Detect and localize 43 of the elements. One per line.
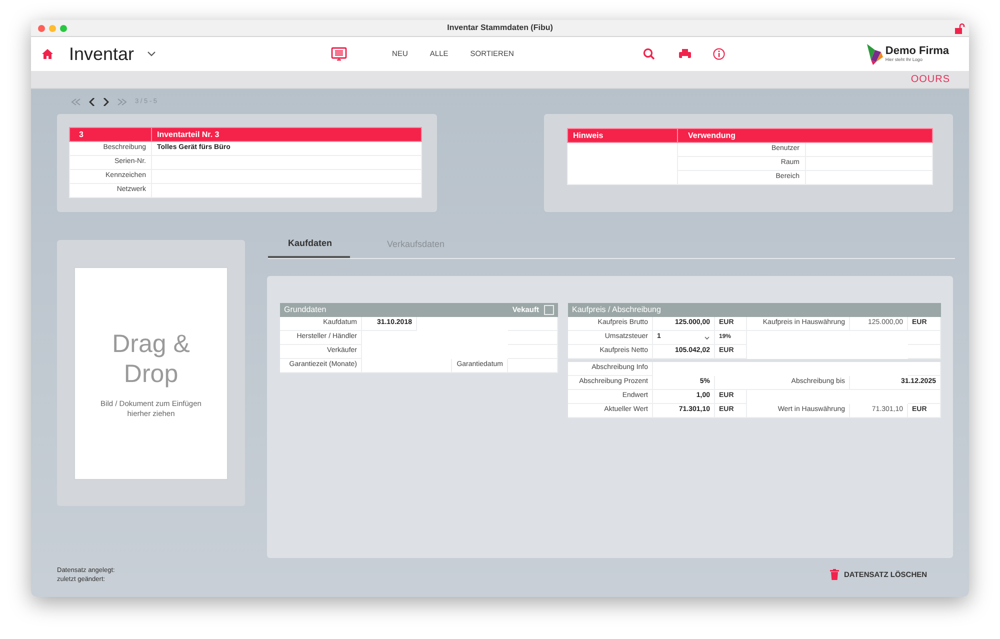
input-field[interactable] (508, 345, 558, 359)
info-icon[interactable] (712, 48, 725, 60)
section-title: Kaufpreis / Abschreibung (572, 304, 661, 316)
checkbox[interactable] (544, 305, 554, 315)
chevron-down-icon[interactable] (147, 51, 156, 57)
logo-name: Demo Firma (885, 46, 949, 57)
chevron-down-icon[interactable] (704, 336, 710, 340)
previous-icon[interactable] (89, 98, 95, 106)
input-field[interactable] (805, 156, 932, 170)
record-title: Inventarteil Nr. 3 (152, 128, 422, 142)
printer-icon[interactable] (678, 49, 691, 59)
usage-title: Verwendung (678, 128, 932, 142)
input-field[interactable] (508, 359, 558, 373)
input-field[interactable] (805, 170, 932, 184)
input-field[interactable] (805, 142, 932, 156)
search-icon[interactable] (642, 48, 655, 60)
input-field[interactable] (908, 390, 941, 404)
window-title: Inventar Stammdaten (Fibu) (447, 22, 553, 34)
input-field[interactable] (362, 359, 452, 373)
home-icon[interactable] (42, 49, 53, 59)
next-icon[interactable] (103, 98, 109, 106)
app-title: Inventar (69, 42, 134, 66)
brand-name: OOURS (910, 73, 950, 87)
note-field[interactable] (568, 142, 678, 184)
monitor-icon[interactable] (331, 47, 348, 61)
section-title: Grunddaten (284, 304, 326, 316)
input-field[interactable] (908, 345, 941, 359)
logo-mark-icon (867, 44, 884, 64)
input-field[interactable] (908, 362, 941, 376)
input-field[interactable] (152, 184, 422, 198)
unlocked-lock-icon[interactable] (954, 23, 965, 34)
input-field[interactable] (908, 331, 941, 345)
trash-icon (830, 569, 839, 580)
record-id: 3 (70, 128, 152, 142)
last-page-icon[interactable] (117, 98, 127, 106)
input-field[interactable] (152, 156, 422, 170)
note-title: Hinweis (568, 128, 678, 142)
input-field[interactable] (508, 317, 558, 331)
tab[interactable]: Kaufdaten (268, 232, 350, 258)
drop-zone-title: Drag & Drop (111, 329, 191, 390)
first-page-icon[interactable] (71, 98, 81, 106)
input-field[interactable] (152, 170, 422, 184)
input-field[interactable] (508, 331, 558, 345)
